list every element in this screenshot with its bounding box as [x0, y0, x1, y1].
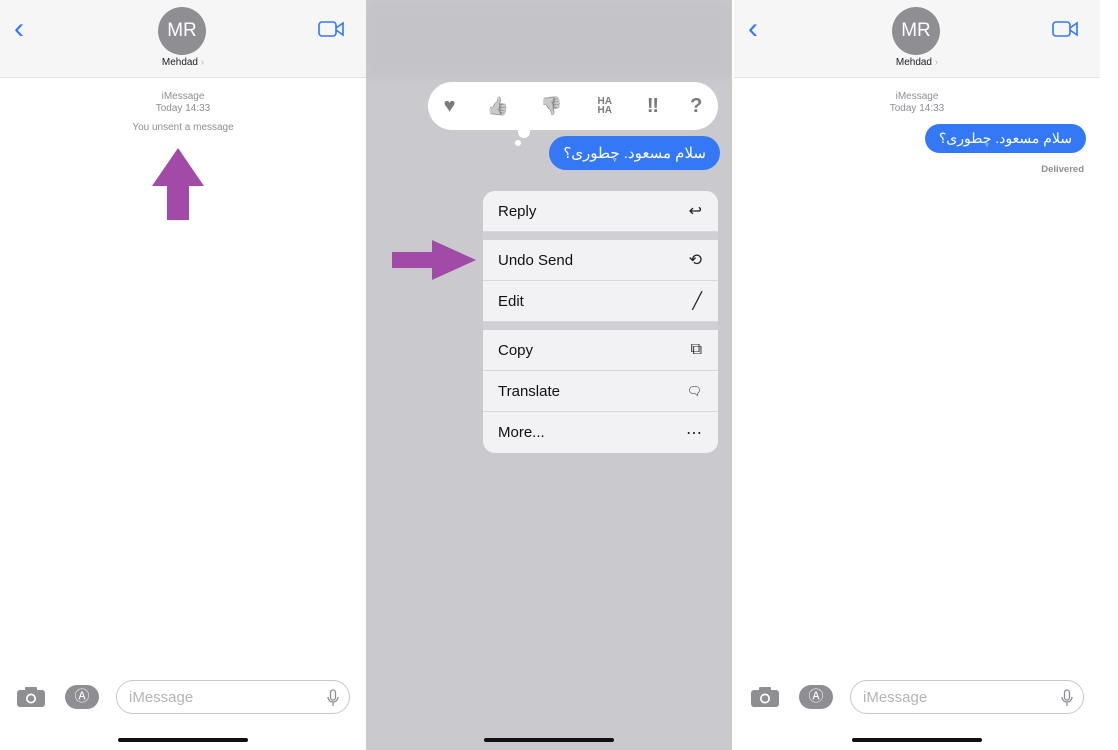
menu-item-copy[interactable]: Copy ⧉ — [483, 330, 718, 371]
thumbs-down-icon[interactable]: 👎 — [540, 96, 562, 117]
arrow-right-icon — [392, 240, 476, 280]
message-input[interactable]: iMessage — [850, 680, 1084, 714]
delivered-status: Delivered — [1041, 164, 1084, 175]
menu-divider — [483, 322, 718, 330]
video-camera-icon[interactable] — [318, 20, 344, 38]
arrow-up-icon — [152, 148, 204, 220]
timestamp: Today 14:33 — [155, 103, 211, 114]
avatar[interactable]: MR — [892, 7, 940, 55]
middle-panel: ♥ 👍 👎 HA HA ‼ ? سلام مسعود. چطوری؟ Reply… — [366, 0, 732, 750]
menu-item-reply[interactable]: Reply ↩ — [483, 191, 718, 232]
avatar[interactable]: MR — [158, 7, 206, 55]
menu-label: Edit — [498, 292, 524, 310]
contact-name[interactable]: Mehdad › — [734, 57, 1100, 68]
home-indicator — [118, 738, 248, 742]
microphone-icon[interactable] — [327, 689, 339, 707]
heart-icon[interactable]: ♥ — [444, 95, 456, 118]
contact-name[interactable]: Mehdad › — [0, 57, 366, 68]
menu-label: Translate — [498, 382, 560, 400]
translate-icon: 🗨 — [686, 384, 702, 398]
camera-icon[interactable] — [750, 686, 780, 708]
service-label: iMessage — [161, 91, 205, 102]
camera-icon[interactable] — [16, 686, 46, 708]
left-panel: ‹ MR Mehdad › iMessage Today 14:33 You u… — [0, 0, 366, 750]
copy-icon: ⧉ — [690, 341, 702, 358]
input-placeholder: iMessage — [863, 689, 928, 706]
undo-circle-icon: ⟲ — [688, 252, 702, 269]
home-indicator — [484, 738, 614, 742]
menu-item-undo-send[interactable]: Undo Send ⟲ — [483, 240, 718, 281]
tapback-tail-small — [515, 140, 521, 146]
question-icon[interactable]: ? — [690, 95, 702, 118]
input-placeholder: iMessage — [129, 689, 194, 706]
microphone-icon[interactable] — [1061, 689, 1073, 707]
haha-icon[interactable]: HA HA — [594, 97, 616, 116]
more-ellipsis-icon: ⋯ — [686, 424, 702, 442]
menu-item-edit[interactable]: Edit ╱ — [483, 281, 718, 322]
contact-name-label: Mehdad — [895, 57, 932, 68]
contact-name-label: Mehdad — [161, 57, 198, 68]
unsent-notice: You unsent a message — [132, 122, 234, 133]
message-input[interactable]: iMessage — [116, 680, 350, 714]
pencil-icon: ╱ — [692, 293, 702, 310]
exclamation-icon[interactable]: ‼ — [647, 95, 659, 118]
menu-item-more[interactable]: More... ⋯ — [483, 412, 718, 453]
blurred-header — [366, 0, 732, 78]
tapback-bar: ♥ 👍 👎 HA HA ‼ ? — [428, 82, 718, 130]
menu-label: Copy — [498, 341, 534, 359]
menu-label: Reply — [498, 202, 537, 220]
app-store-icon[interactable]: Ⓐ — [65, 685, 99, 709]
menu-item-translate[interactable]: Translate 🗨 — [483, 371, 718, 412]
menu-label: Undo Send — [498, 251, 574, 269]
reply-icon: ↩ — [688, 203, 702, 220]
back-chevron-icon[interactable]: ‹ — [748, 14, 758, 44]
right-panel: ‹ MR Mehdad › iMessage Today 14:33 سلام … — [734, 0, 1100, 750]
video-camera-icon[interactable] — [1052, 20, 1078, 38]
chevron-right-icon: › — [934, 57, 939, 68]
menu-label: More... — [498, 424, 545, 441]
conversation-header: ‹ MR Mehdad › — [0, 0, 366, 78]
conversation-header: ‹ MR Mehdad › — [734, 0, 1100, 78]
context-menu: Reply ↩ Undo Send ⟲ Edit ╱ Copy ⧉ Translate 🗨… — [483, 191, 718, 453]
service-label: iMessage — [895, 91, 939, 102]
timestamp: Today 14:33 — [889, 103, 945, 114]
menu-divider — [483, 232, 718, 240]
home-indicator — [852, 738, 982, 742]
back-chevron-icon[interactable]: ‹ — [14, 14, 24, 44]
chevron-right-icon: › — [200, 57, 205, 68]
thumbs-up-icon[interactable]: 👍 — [487, 96, 509, 117]
message-bubble[interactable]: سلام مسعود. چطوری؟ — [549, 136, 720, 170]
tapback-tail — [518, 126, 530, 138]
message-bubble[interactable]: سلام مسعود. چطوری؟ — [924, 124, 1086, 153]
app-store-icon[interactable]: Ⓐ — [799, 685, 833, 709]
